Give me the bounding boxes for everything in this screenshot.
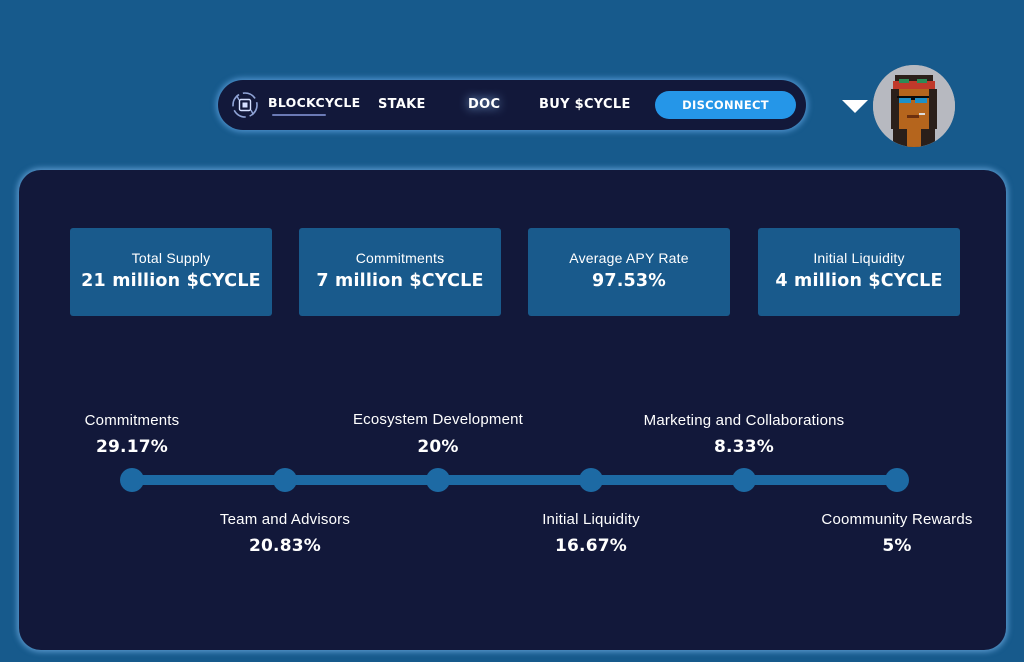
stat-value: 21 million $CYCLE bbox=[81, 271, 261, 291]
timeline-dot-team-advisors bbox=[273, 468, 297, 492]
page: BLOCKCYCLE STAKE DOC BUY $CYCLE DISCONNE… bbox=[0, 0, 1024, 662]
distribution-label-community-rewards: Coommunity Rewards bbox=[821, 511, 973, 528]
distribution-label-commitments: Commitments bbox=[84, 412, 180, 429]
distribution-percent-team-advisors: 20.83% bbox=[248, 536, 321, 556]
distribution-timeline bbox=[132, 475, 897, 485]
distribution-percent-community-rewards: 5% bbox=[882, 536, 912, 556]
navbar: BLOCKCYCLE STAKE DOC BUY $CYCLE DISCONNE… bbox=[218, 80, 806, 130]
pixel-avatar-image bbox=[873, 65, 955, 147]
disconnect-button[interactable]: DISCONNECT bbox=[655, 91, 796, 119]
distribution-percent-ecosystem: 20% bbox=[417, 437, 459, 457]
stat-value: 4 million $CYCLE bbox=[775, 271, 943, 291]
stat-card-initial-liquidity: Initial Liquidity 4 million $CYCLE bbox=[758, 228, 960, 316]
stat-card-commitments: Commitments 7 million $CYCLE bbox=[299, 228, 501, 316]
timeline-dot-community-rewards bbox=[885, 468, 909, 492]
nav-link-doc[interactable]: DOC bbox=[468, 80, 500, 130]
timeline-dot-marketing bbox=[732, 468, 756, 492]
distribution-label-ecosystem: Ecosystem Development bbox=[352, 411, 524, 428]
blockcycle-logo-icon bbox=[232, 92, 258, 118]
distribution-percent-marketing: 8.33% bbox=[714, 437, 774, 457]
distribution-percent-commitments: 29.17% bbox=[95, 437, 168, 457]
brand-name: BLOCKCYCLE bbox=[268, 94, 361, 110]
distribution-label-initial-liquidity: Initial Liquidity bbox=[542, 511, 640, 528]
nav-link-stake[interactable]: STAKE bbox=[378, 80, 426, 130]
stat-value: 7 million $CYCLE bbox=[316, 271, 484, 291]
stat-label: Average APY Rate bbox=[569, 250, 689, 266]
distribution-label-team-advisors: Team and Advisors bbox=[219, 511, 351, 528]
distribution-label-marketing: Marketing and Collaborations bbox=[643, 412, 845, 429]
distribution-percent-initial-liquidity: 16.67% bbox=[554, 536, 627, 556]
brand-underline bbox=[272, 113, 326, 116]
stat-card-average-apy: Average APY Rate 97.53% bbox=[528, 228, 730, 316]
timeline-dot-commitments bbox=[120, 468, 144, 492]
stat-label: Total Supply bbox=[131, 250, 211, 266]
stat-card-total-supply: Total Supply 21 million $CYCLE bbox=[70, 228, 272, 316]
stat-label: Commitments bbox=[355, 250, 445, 266]
nav-link-buy-cycle[interactable]: BUY $CYCLE bbox=[539, 80, 631, 130]
timeline-dot-initial-liquidity bbox=[579, 468, 603, 492]
brand[interactable]: BLOCKCYCLE bbox=[230, 88, 360, 122]
stat-value: 97.53% bbox=[591, 271, 667, 291]
chevron-down-icon[interactable] bbox=[842, 100, 868, 113]
timeline-dot-ecosystem bbox=[426, 468, 450, 492]
stat-label: Initial Liquidity bbox=[813, 250, 905, 266]
tokenomics-panel: Total Supply 21 million $CYCLE Commitmen… bbox=[19, 170, 1006, 650]
avatar[interactable] bbox=[873, 65, 955, 147]
